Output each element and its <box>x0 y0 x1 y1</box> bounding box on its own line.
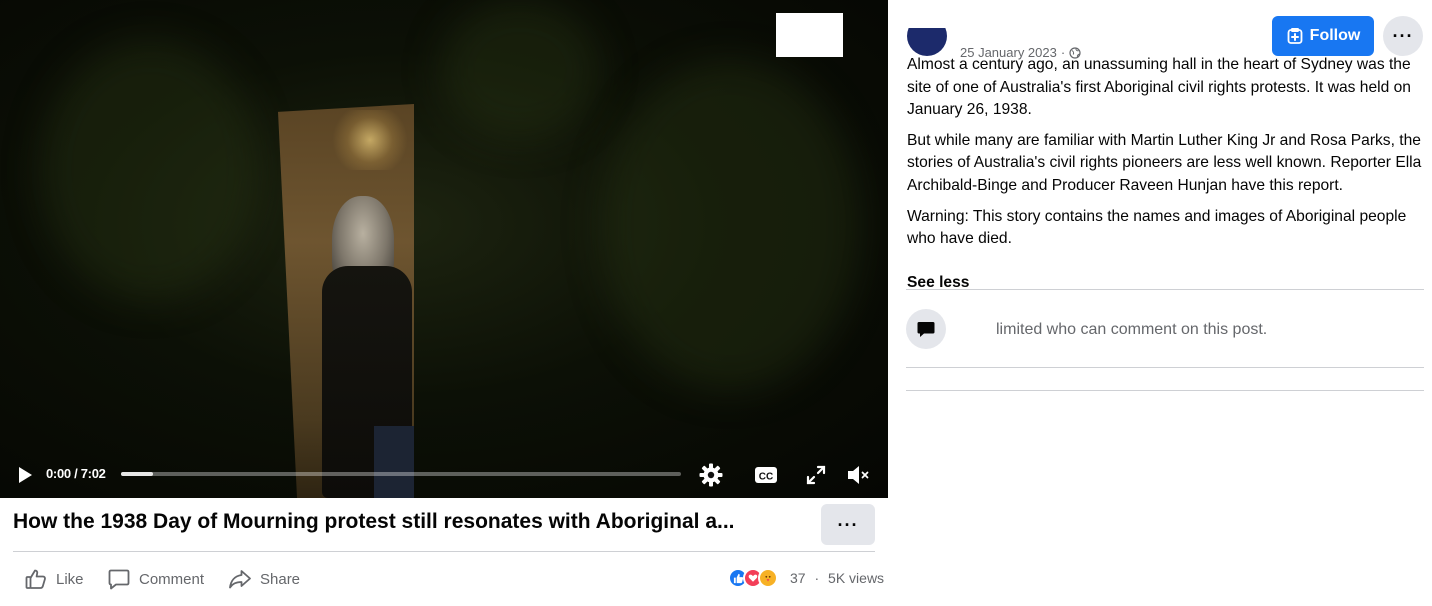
video-timecode: 0:00 / 7:02 <box>46 466 106 481</box>
fullscreen-icon[interactable] <box>803 462 829 488</box>
video-foliage <box>40 40 260 300</box>
share-arrow-icon <box>229 570 251 589</box>
reactions-summary[interactable] <box>728 567 778 589</box>
video-progress-fill <box>121 472 153 476</box>
divider <box>906 390 1424 391</box>
comment-bubble-icon <box>108 569 130 590</box>
caption-paragraph: Warning: This story contains the names a… <box>907 207 1407 248</box>
video-watermark <box>776 13 843 57</box>
divider <box>13 551 875 552</box>
thumbs-up-icon <box>25 569 46 589</box>
more-dots-icon: ··· <box>837 514 859 535</box>
video-foliage <box>440 0 600 140</box>
speech-bubble-icon <box>917 322 935 337</box>
reaction-count[interactable]: 37 <box>790 570 806 586</box>
comment-restricted-icon-wrap <box>906 309 946 349</box>
caption-paragraph: But while many are familiar with Martin … <box>907 131 1422 194</box>
settings-gear-icon[interactable] <box>698 462 724 488</box>
like-label: Like <box>56 570 84 588</box>
video-person <box>318 196 416 498</box>
follow-label: Follow <box>1309 27 1361 44</box>
like-button[interactable]: Like <box>24 565 84 593</box>
svg-text:CC: CC <box>759 472 773 483</box>
share-label: Share <box>260 570 301 588</box>
stats-separator: · <box>814 570 820 586</box>
care-reaction-icon <box>758 568 778 588</box>
video-title[interactable]: How the 1938 Day of Mourning protest sti… <box>13 510 803 534</box>
play-icon[interactable] <box>15 465 35 485</box>
post-more-options-button[interactable]: ··· <box>1383 16 1423 56</box>
comment-label: Comment <box>139 570 205 588</box>
share-button[interactable]: Share <box>228 565 300 593</box>
post-caption: Almost a century ago, an unassuming hall… <box>907 54 1427 251</box>
follow-page-icon <box>1287 28 1303 44</box>
comment-button[interactable]: Comment <box>107 565 204 593</box>
video-porch-light <box>330 110 410 170</box>
video-more-options-button[interactable]: ··· <box>821 504 875 545</box>
comment-restriction-notice: limited who can comment on this post. <box>996 321 1268 338</box>
more-dots-icon: ··· <box>1392 26 1414 46</box>
follow-button[interactable]: Follow <box>1272 16 1374 56</box>
view-count: 5K views <box>828 570 885 586</box>
engagement-stats: 37 · 5K views <box>790 570 884 586</box>
video-progress-bar[interactable] <box>121 472 681 476</box>
video-player[interactable] <box>0 0 888 498</box>
divider <box>906 289 1424 290</box>
captions-cc-icon[interactable]: CC <box>753 462 779 488</box>
video-foliage <box>600 60 860 390</box>
divider <box>906 367 1424 368</box>
caption-paragraph: Almost a century ago, an unassuming hall… <box>907 56 1411 119</box>
muted-volume-icon[interactable] <box>845 462 871 488</box>
